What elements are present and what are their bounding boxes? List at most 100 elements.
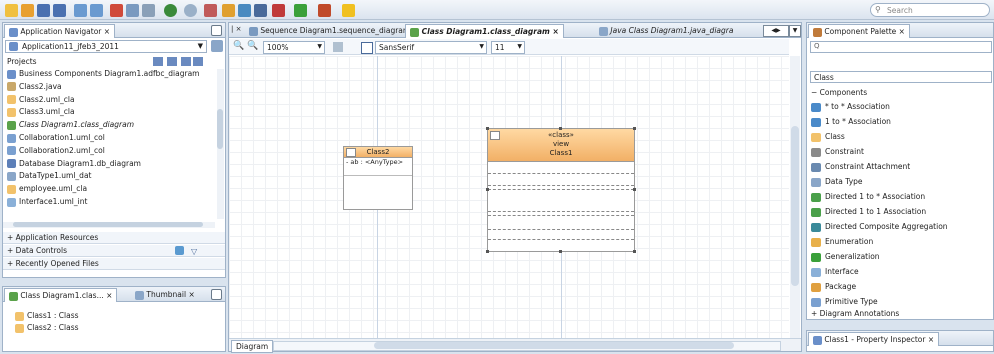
search-box[interactable]: ⚲ Search <box>870 3 990 17</box>
tab-diagram[interactable]: Diagram <box>231 340 274 353</box>
redo-icon[interactable] <box>90 4 103 17</box>
project-tree-item[interactable]: Class2.uml_cla <box>7 95 75 105</box>
diagram-canvas[interactable]: Class2 - ab : <AnyType> «class» view Cla… <box>229 56 789 338</box>
zoom-out-icon[interactable]: 🔍 <box>247 41 258 51</box>
filter-icon[interactable]: ▽ <box>191 246 197 257</box>
palette-item[interactable]: Generalization <box>811 249 989 264</box>
project-tree-item[interactable]: Class Diagram1.class_diagram <box>7 120 134 130</box>
new-icon[interactable] <box>5 4 18 17</box>
save-icon[interactable] <box>37 4 50 17</box>
run-icon[interactable] <box>294 4 307 17</box>
resize-handle[interactable] <box>486 188 489 191</box>
tab-nav-icon[interactable]: ◀▶ <box>763 25 789 37</box>
palette-item[interactable]: * to * Association <box>811 99 989 114</box>
palette-item[interactable]: Data Type <box>811 174 989 189</box>
tab-application-navigator[interactable]: Application Navigator × <box>4 24 116 38</box>
palette-item[interactable]: Class <box>811 129 989 144</box>
palette-item[interactable]: Primitive Type <box>811 294 989 309</box>
project-tree-item[interactable]: Business Components Diagram1.adfbc_diagr… <box>7 69 199 79</box>
back-icon[interactable] <box>164 4 177 17</box>
palette-category-select[interactable]: Class <box>810 71 992 83</box>
section-application-resources[interactable]: + Application Resources <box>3 232 225 244</box>
palette-item[interactable]: Directed 1 to 1 Association <box>811 204 989 219</box>
palette-item[interactable]: Package <box>811 279 989 294</box>
project-tree-item[interactable]: Class2.java <box>7 82 62 92</box>
palette-item[interactable]: Directed Composite Aggregation <box>811 219 989 234</box>
resize-handle[interactable] <box>486 250 489 253</box>
rebuild-icon[interactable] <box>238 4 251 17</box>
class-node-class1[interactable]: «class» view Class1 <box>486 127 636 253</box>
section-recently-opened[interactable]: + Recently Opened Files <box>3 258 225 270</box>
palette-item[interactable]: Constraint <box>811 144 989 159</box>
undo-icon[interactable] <box>74 4 87 17</box>
palette-section-annotations[interactable]: + Diagram Annotations <box>807 308 993 319</box>
project-tree-item[interactable]: Class3.uml_cla <box>7 107 75 117</box>
resize-handle[interactable] <box>633 250 636 253</box>
palette-item[interactable]: Directed 1 to * Association <box>811 189 989 204</box>
project-tree-item[interactable]: Interface1.uml_int <box>7 197 87 207</box>
nav-hscrollbar[interactable] <box>3 222 215 228</box>
refresh-icon[interactable] <box>175 246 184 255</box>
tab-class-diagram-structure[interactable]: Class Diagram1.clas... × <box>4 288 118 302</box>
project-tree-item[interactable]: Collaboration2.uml_col <box>7 146 105 156</box>
structure-item[interactable]: Class1 : Class <box>15 311 79 321</box>
tab-sequence-diagram[interactable]: Sequence Diagram1.sequence_diagram × <box>245 24 423 37</box>
make-icon[interactable] <box>222 4 235 17</box>
palette-section-components[interactable]: − Components <box>807 87 993 98</box>
layout-icon[interactable] <box>333 42 343 52</box>
resize-handle[interactable] <box>559 250 562 253</box>
deploy-icon[interactable] <box>254 4 267 17</box>
application-icon <box>9 42 18 51</box>
resize-handle[interactable] <box>633 188 636 191</box>
project-tree-item[interactable]: Collaboration1.uml_col <box>7 133 105 143</box>
canvas-vscrollbar[interactable] <box>790 56 800 338</box>
section-data-controls[interactable]: + Data Controls ▽ <box>3 245 225 257</box>
copy-icon[interactable] <box>126 4 139 17</box>
save-all-icon[interactable] <box>53 4 66 17</box>
structure-item[interactable]: Class2 : Class <box>15 323 79 333</box>
palette-item[interactable]: 1 to * Association <box>811 114 989 129</box>
font-select[interactable]: SansSerif ▼ <box>375 41 487 54</box>
project-toolbar-icons[interactable] <box>153 57 203 66</box>
project-tree-item[interactable]: Database Diagram1.db_diagram <box>7 159 141 169</box>
font-size-select[interactable]: 11 ▼ <box>491 41 525 54</box>
team-icon[interactable] <box>204 4 217 17</box>
palette-item[interactable]: Enumeration <box>811 234 989 249</box>
palette-item[interactable]: Interface <box>811 264 989 279</box>
resize-handle[interactable] <box>486 127 489 130</box>
app-selector[interactable]: Application11_jfeb3_2011 ▼ <box>5 40 207 53</box>
class-attribute[interactable]: - ab : <AnyType> <box>344 158 412 167</box>
nav-scrollbar[interactable] <box>217 69 224 219</box>
minimize-icon[interactable] <box>211 25 222 36</box>
tab-thumbnail[interactable]: Thumbnail × <box>131 288 199 301</box>
package-icon <box>811 282 821 292</box>
palette-item[interactable]: Constraint Attachment <box>811 159 989 174</box>
zoom-select[interactable]: 100% ▼ <box>263 41 325 54</box>
canvas-hscrollbar[interactable] <box>273 341 781 351</box>
tab-component-palette[interactable]: Component Palette × <box>808 24 910 38</box>
tab-property-inspector[interactable]: Class1 - Property Inspector × <box>808 332 940 346</box>
tab-scroll-icon[interactable]: | × <box>231 25 241 33</box>
font-color-icon[interactable] <box>361 42 373 54</box>
zoom-in-icon[interactable]: 🔍 <box>233 41 244 51</box>
cut-icon[interactable] <box>110 4 123 17</box>
palette-search[interactable]: Q <box>810 41 992 53</box>
tab-list-icon[interactable]: ▼ <box>789 25 801 37</box>
resize-handle[interactable] <box>633 127 636 130</box>
projects-header[interactable]: Projects <box>3 56 225 67</box>
tab-java-class-diagram[interactable]: Java Class Diagram1.java_diagra <box>595 24 737 37</box>
server-icon[interactable] <box>272 4 285 17</box>
forward-icon[interactable] <box>184 4 197 17</box>
warning-icon[interactable] <box>342 4 355 17</box>
minimize-icon[interactable] <box>211 289 222 300</box>
class-icon <box>15 323 24 333</box>
project-tree-item[interactable]: DataType1.uml_dat <box>7 171 91 181</box>
class-node-class2[interactable]: Class2 - ab : <AnyType> <box>343 146 413 210</box>
resize-handle[interactable] <box>559 127 562 130</box>
app-menu-icon[interactable] <box>211 40 223 52</box>
open-icon[interactable] <box>21 4 34 17</box>
tab-class-diagram[interactable]: Class Diagram1.class_diagram × <box>405 24 564 38</box>
debug-icon[interactable] <box>318 4 331 17</box>
paste-icon[interactable] <box>142 4 155 17</box>
project-tree-item[interactable]: employee.uml_cla <box>7 184 87 194</box>
